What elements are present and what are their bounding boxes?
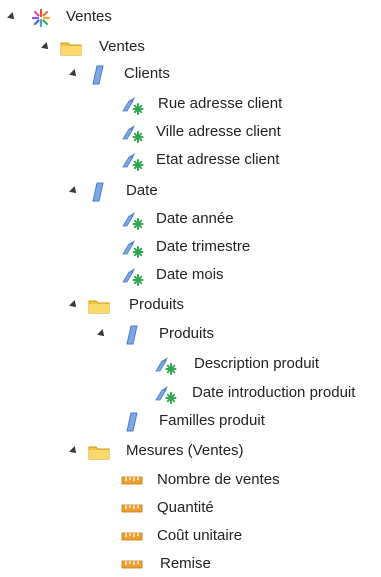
tree-node-attribute[interactable]: Date mois [0,262,300,288]
attribute-icon [155,357,177,375]
measure-icon [121,476,143,485]
tree-node-label: Nombre de ventes [157,471,280,488]
tree-node-label: Ventes [99,38,145,55]
tree-node-label: Coût unitaire [157,527,243,544]
tree-node-label: Date année [156,210,234,227]
tree-node-produits-dimension[interactable]: Produits [0,321,250,347]
tree-node-attribute[interactable]: Etat adresse client [0,147,300,173]
tree-node-measure[interactable]: Coût unitaire [0,523,330,549]
tree-node-label: Date trimestre [156,238,251,255]
tree-node-label: Produits [159,325,215,342]
tree-node-measure[interactable]: Remise [0,551,330,577]
tree-node-label: Produits [129,296,185,313]
universe-icon [31,8,51,28]
tree-node-attribute[interactable]: Date introduction produit [0,380,381,406]
expand-arrow-icon[interactable] [69,69,79,79]
folder-icon [88,446,110,460]
expand-arrow-icon[interactable] [41,42,51,52]
tree-node-label: Clients [124,65,170,82]
expand-arrow-icon[interactable] [97,329,107,339]
tree-node-label: Mesures (Ventes) [126,442,244,459]
tree-node-label: Remise [160,555,211,572]
tree-node-label: Date mois [156,266,224,283]
dimension-icon [126,412,138,432]
tree-node-familles-produit[interactable]: Familles produit [0,408,300,434]
tree-node-attribute[interactable]: Rue adresse client [0,91,300,117]
attribute-icon [122,125,144,143]
tree-node-attribute[interactable]: Date année [0,206,300,232]
tree-node-label: Ville adresse client [156,123,281,140]
tree-node-measure[interactable]: Quantité [0,495,330,521]
attribute-icon [122,153,144,171]
tree-node-root[interactable]: Ventes [0,4,200,30]
tree-view: Ventes Ventes Clients Rue adresse client [0,0,381,574]
measure-icon [121,560,143,569]
attribute-icon [122,97,144,115]
tree-node-label: Rue adresse client [158,95,283,112]
tree-node-clients[interactable]: Clients [0,61,200,87]
attribute-icon [155,386,177,404]
folder-icon [60,42,82,56]
attribute-icon [122,240,144,258]
dimension-icon [92,182,104,202]
measure-icon [121,504,143,513]
tree-node-mesures-folder[interactable]: Mesures (Ventes) [0,438,300,464]
attribute-icon [122,212,144,230]
tree-node-date[interactable]: Date [0,178,200,204]
expand-arrow-icon[interactable] [69,186,79,196]
tree-node-label: Date introduction produit [192,384,356,401]
tree-node-ventes-folder[interactable]: Ventes [0,34,200,60]
attribute-icon [122,268,144,286]
tree-node-label: Etat adresse client [156,151,280,168]
tree-node-label: Quantité [157,499,214,516]
dimension-icon [92,65,104,85]
tree-node-label: Description produit [194,355,320,372]
tree-node-label: Familles produit [159,412,265,429]
folder-icon [88,300,110,314]
tree-node-attribute[interactable]: Description produit [0,351,381,377]
dimension-icon [126,325,138,345]
tree-node-attribute[interactable]: Ville adresse client [0,119,300,145]
expand-arrow-icon[interactable] [7,12,17,22]
tree-node-produits-folder[interactable]: Produits [0,292,200,318]
tree-node-label: Date [126,182,158,199]
expand-arrow-icon[interactable] [69,300,79,310]
tree-node-label: Ventes [66,8,112,25]
tree-node-attribute[interactable]: Date trimestre [0,234,300,260]
tree-node-measure[interactable]: Nombre de ventes [0,467,330,493]
measure-icon [121,532,143,541]
expand-arrow-icon[interactable] [69,446,79,456]
